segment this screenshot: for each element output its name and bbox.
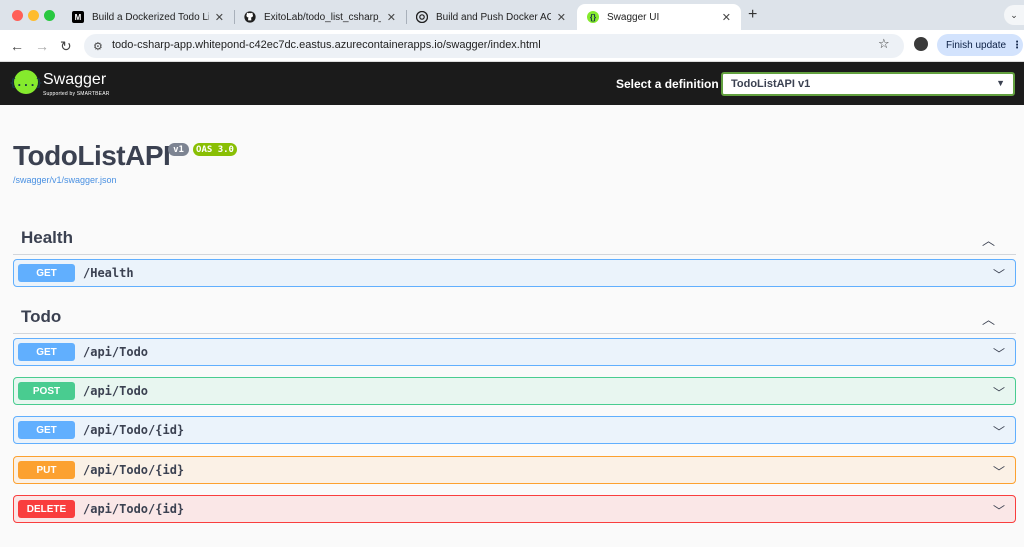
api-title: TodoListAPI — [13, 140, 171, 171]
browser-tab[interactable]: M Build a Dockerized Todo List ✕ — [62, 4, 234, 30]
close-icon[interactable]: ✕ — [387, 11, 396, 24]
browser-tab[interactable]: ExitoLab/todo_list_csharp_do ✕ — [234, 4, 406, 30]
tag-divider — [13, 254, 1016, 255]
operation-path: /api/Todo/{id} — [83, 502, 185, 516]
browser-tab-active[interactable]: {} Swagger UI ✕ — [577, 4, 741, 30]
swagger-brand: Swagger — [43, 71, 107, 88]
browser-toolbar: ← → ↻ ⚙ todo-csharp-app.whitepond-c42ec7… — [0, 30, 1024, 62]
window-maximize-button[interactable] — [44, 10, 55, 21]
forward-arrow-icon[interactable]: → — [35, 38, 49, 54]
finish-update-label: Finish update — [946, 39, 1007, 51]
chevron-down-icon[interactable]: ﹀ — [993, 423, 1005, 440]
tag-divider — [13, 333, 1016, 334]
chevron-down-icon[interactable]: ﹀ — [993, 345, 1005, 362]
chevron-up-icon[interactable]: ︿ — [982, 230, 995, 249]
operation-path: /Health — [83, 266, 134, 280]
definition-value: TodoListAPI v1 — [731, 78, 811, 90]
tab-title: Build a Dockerized Todo List — [92, 11, 209, 23]
tab-title: Build and Push Docker ACR — [436, 11, 551, 23]
swagger-brand-sub: Supported by SMARTBEAR — [43, 91, 110, 97]
method-badge: GET — [18, 264, 75, 282]
operation-get-todos[interactable]: GET /api/Todo ﹀ — [13, 338, 1016, 366]
address-bar[interactable]: ⚙ todo-csharp-app.whitepond-c42ec7dc.eas… — [84, 34, 904, 58]
chevron-down-icon[interactable]: ﹀ — [993, 502, 1005, 519]
swagger-topbar: {...} Swagger Supported by SMARTBEAR Sel… — [0, 62, 1024, 105]
operation-put-todo[interactable]: PUT /api/Todo/{id} ﹀ — [13, 456, 1016, 484]
method-badge: GET — [18, 421, 75, 439]
close-icon[interactable]: ✕ — [215, 11, 224, 24]
method-badge: DELETE — [18, 500, 75, 518]
chevron-up-icon[interactable]: ︿ — [982, 309, 995, 328]
operation-path: /api/Todo/{id} — [83, 463, 185, 477]
close-icon[interactable]: ✕ — [557, 11, 566, 24]
browser-tab-bar: M Build a Dockerized Todo List ✕ ExitoLa… — [0, 0, 1024, 30]
close-icon[interactable]: ✕ — [722, 11, 731, 24]
version-badge: v1 — [168, 143, 189, 156]
reload-icon[interactable]: ↻ — [60, 38, 72, 54]
window-minimize-button[interactable] — [28, 10, 39, 21]
url-text: todo-csharp-app.whitepond-c42ec7dc.eastu… — [112, 39, 541, 51]
chevron-down-icon[interactable]: ﹀ — [993, 384, 1005, 401]
operation-post-todo[interactable]: POST /api/Todo ﹀ — [13, 377, 1016, 405]
tab-search-icon[interactable]: ⌄ — [1004, 5, 1024, 25]
tab-title: ExitoLab/todo_list_csharp_do — [264, 11, 381, 23]
window-close-button[interactable] — [12, 10, 23, 21]
definition-select[interactable]: TodoListAPI v1 ▼ — [721, 72, 1015, 96]
chevron-down-icon[interactable]: ﹀ — [993, 463, 1005, 480]
operation-get-health[interactable]: GET /Health ﹀ — [13, 259, 1016, 287]
bookmark-star-icon[interactable]: ☆ — [878, 36, 890, 52]
swagger-favicon-icon: {} — [587, 11, 599, 23]
chevron-down-icon: ▼ — [996, 78, 1005, 88]
openai-icon — [416, 11, 428, 23]
operation-get-todo-by-id[interactable]: GET /api/Todo/{id} ﹀ — [13, 416, 1016, 444]
oas-badge: OAS 3.0 — [193, 143, 237, 156]
tag-health-title[interactable]: Health — [21, 228, 73, 248]
operation-delete-todo[interactable]: DELETE /api/Todo/{id} ﹀ — [13, 495, 1016, 523]
chevron-down-icon[interactable]: ﹀ — [993, 266, 1005, 283]
operation-path: /api/Todo — [83, 384, 149, 398]
method-badge: POST — [18, 382, 75, 400]
method-badge: GET — [18, 343, 75, 361]
site-settings-icon[interactable]: ⚙ — [93, 40, 103, 53]
swagger-logo-icon: {...} — [9, 70, 43, 94]
profile-avatar[interactable] — [914, 37, 928, 51]
finish-update-button[interactable]: Finish update ⋮ — [937, 34, 1023, 56]
tag-todo-title[interactable]: Todo — [21, 307, 61, 327]
new-tab-button[interactable]: + — [748, 6, 757, 24]
github-icon — [244, 11, 256, 23]
select-definition-label: Select a definition — [616, 77, 719, 91]
tab-title: Swagger UI — [607, 11, 660, 23]
operation-path: /api/Todo — [83, 345, 149, 359]
spec-url-link[interactable]: /swagger/v1/swagger.json — [13, 175, 117, 185]
operation-path: /api/Todo/{id} — [83, 423, 185, 437]
method-badge: PUT — [18, 461, 75, 479]
more-vert-icon: ⋮ — [1012, 39, 1023, 51]
back-arrow-icon[interactable]: ← — [10, 38, 24, 54]
browser-tab[interactable]: Build and Push Docker ACR ✕ — [406, 4, 576, 30]
medium-icon: M — [72, 11, 84, 23]
